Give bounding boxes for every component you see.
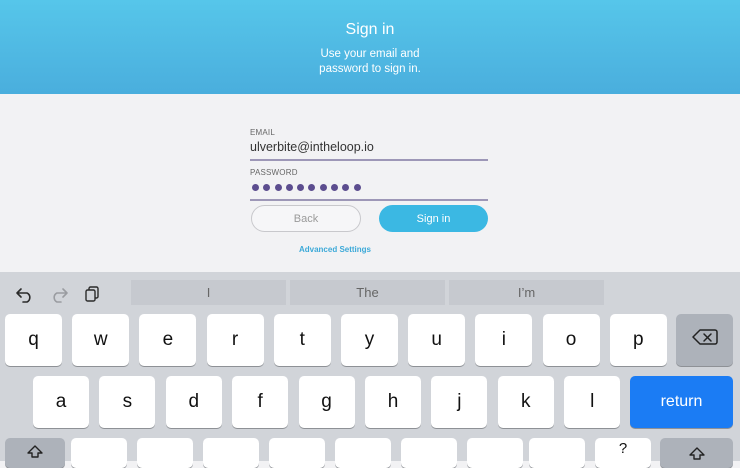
suggestion-3[interactable]: I’m xyxy=(449,280,604,305)
email-underline xyxy=(250,159,488,161)
page-title: Sign in xyxy=(345,21,395,38)
key-x[interactable] xyxy=(137,438,193,468)
password-dot xyxy=(252,184,259,191)
key-f[interactable]: f xyxy=(232,376,289,428)
password-dot xyxy=(342,184,350,191)
sign-in-header: Sign in Use your email and password to s… xyxy=(0,0,740,94)
password-field[interactable] xyxy=(250,184,488,194)
sign-in-form: EMAIL ulverbite@intheloop.io PASSWORD xyxy=(250,128,488,201)
undo-icon[interactable] xyxy=(15,285,35,303)
key-d[interactable]: d xyxy=(165,376,222,428)
password-dot xyxy=(285,184,293,191)
key-g[interactable]: g xyxy=(298,376,355,428)
key-comma[interactable] xyxy=(529,438,585,468)
key-b[interactable] xyxy=(335,438,391,468)
password-dot xyxy=(274,184,282,191)
redo-icon[interactable] xyxy=(49,285,69,303)
backspace-icon xyxy=(691,328,718,352)
key-h[interactable]: h xyxy=(365,376,421,428)
password-underline xyxy=(250,199,488,201)
page-subtitle: Use your email and password to sign in. xyxy=(0,47,740,77)
key-l[interactable]: l xyxy=(564,376,621,428)
subtitle-line-2: password to sign in. xyxy=(319,63,421,75)
suggestion-1[interactable]: I xyxy=(131,280,286,305)
password-dot xyxy=(331,184,339,191)
key-v[interactable] xyxy=(269,438,325,468)
paste-icon[interactable] xyxy=(83,285,103,303)
key-i[interactable]: i xyxy=(475,314,533,366)
key-n[interactable] xyxy=(401,438,457,468)
key-e[interactable]: e xyxy=(139,314,197,366)
password-dot xyxy=(319,184,327,191)
return-key[interactable]: return xyxy=(630,376,733,428)
key-m[interactable] xyxy=(467,438,523,468)
suggestion-2[interactable]: The xyxy=(290,280,445,305)
password-dot xyxy=(297,184,305,191)
key-j[interactable]: j xyxy=(431,376,488,428)
key-t[interactable]: t xyxy=(273,314,331,366)
key-u[interactable]: u xyxy=(408,314,466,366)
key-c[interactable] xyxy=(203,438,259,468)
key-w[interactable]: w xyxy=(72,314,130,366)
key-a[interactable]: a xyxy=(33,376,89,428)
key-s[interactable]: s xyxy=(99,376,156,428)
sign-in-button[interactable]: Sign in xyxy=(379,205,488,232)
email-field[interactable]: ulverbite@intheloop.io xyxy=(250,140,488,155)
password-dot xyxy=(353,184,361,191)
password-label: PASSWORD xyxy=(250,168,298,177)
shift-key-right[interactable] xyxy=(660,438,733,468)
password-dot xyxy=(308,184,316,191)
password-dot xyxy=(263,184,271,191)
key-k[interactable]: k xyxy=(497,376,554,428)
key-y[interactable]: y xyxy=(341,314,398,366)
email-label: EMAIL xyxy=(250,128,276,137)
advanced-settings-link[interactable]: Advanced Settings xyxy=(250,245,420,254)
key-q[interactable]: q xyxy=(5,314,62,366)
back-button[interactable]: Back xyxy=(251,205,361,232)
shift-key-left[interactable] xyxy=(5,438,65,468)
key-o[interactable]: o xyxy=(542,314,600,366)
backspace-key[interactable] xyxy=(676,314,733,366)
shift-icon xyxy=(688,444,706,466)
key-p[interactable]: p xyxy=(609,314,667,366)
key-r[interactable]: r xyxy=(206,314,264,366)
subtitle-line-1: Use your email and xyxy=(320,48,420,60)
key-question[interactable]: ? xyxy=(595,438,651,468)
key-z[interactable] xyxy=(71,438,127,468)
